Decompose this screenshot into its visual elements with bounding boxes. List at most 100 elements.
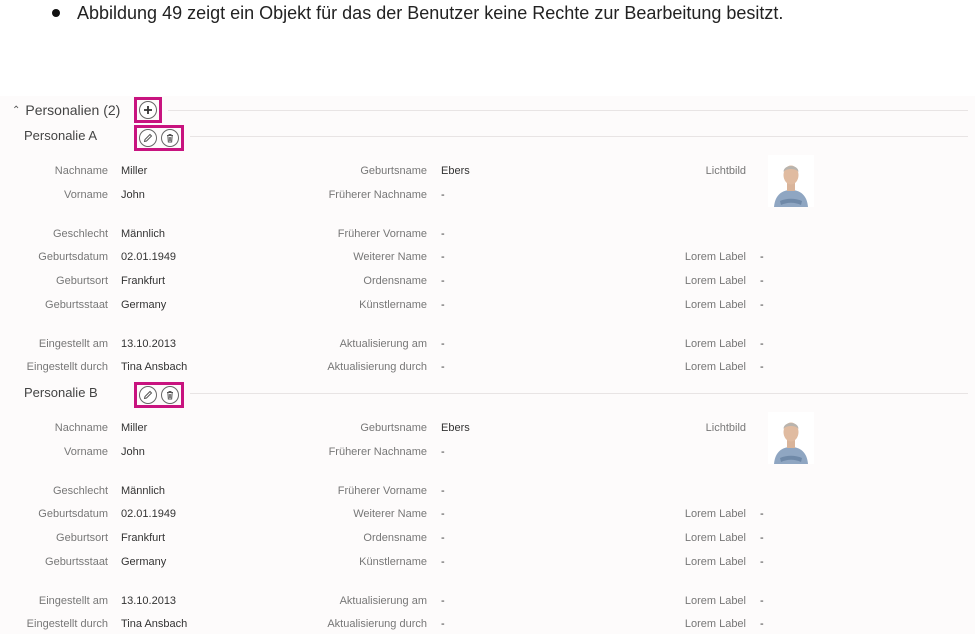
field-label: Lorem Label	[684, 338, 746, 350]
field-value: -	[760, 595, 764, 607]
field-label: Geschlecht	[52, 228, 108, 240]
field-value: John	[121, 446, 145, 458]
section-header[interactable]: ⌃ Personalien (2)	[12, 99, 120, 121]
field-value: -	[441, 595, 445, 607]
field-value: -	[441, 299, 445, 311]
field-label: Eingestellt am	[38, 338, 108, 350]
field-value: -	[441, 338, 445, 350]
field-value: Tina Ansbach	[121, 618, 188, 630]
field-label: Lorem Label	[684, 618, 746, 630]
field-value: 13.10.2013	[121, 595, 177, 607]
field-value: John	[121, 189, 145, 201]
field-label: Früherer Nachname	[328, 446, 427, 458]
field-label: Lichtbild	[705, 165, 746, 177]
field-label: Lorem Label	[684, 595, 746, 607]
field-label: Ordensname	[363, 275, 427, 287]
intro-text: Abbildung 49 zeigt ein Objekt für das de…	[77, 2, 784, 23]
field-value: Frankfurt	[121, 532, 166, 544]
edit-button[interactable]	[139, 129, 157, 147]
record-divider	[190, 136, 968, 137]
field-label: Lorem Label	[684, 275, 746, 287]
field-value: -	[441, 508, 445, 520]
field-value: Germany	[121, 556, 167, 568]
field-label: Lorem Label	[684, 251, 746, 263]
field-label: Lorem Label	[684, 508, 746, 520]
field-label: Vorname	[63, 446, 108, 458]
field-value: -	[441, 556, 445, 568]
field-value: -	[441, 228, 445, 240]
field-label: Geburtsname	[360, 165, 427, 177]
field-value: -	[441, 275, 445, 287]
field-label: Geburtsort	[56, 275, 108, 287]
field-label: Eingestellt durch	[26, 618, 108, 630]
field-label: Weiterer Name	[353, 508, 427, 520]
field-value: -	[441, 446, 445, 458]
add-button[interactable]	[139, 101, 157, 119]
field-label: Eingestellt durch	[26, 361, 108, 373]
field-value: -	[441, 532, 445, 544]
field-label: Geburtsdatum	[38, 508, 108, 520]
field-value: -	[760, 338, 764, 350]
field-label: Lorem Label	[684, 532, 746, 544]
field-label: Ordensname	[363, 532, 427, 544]
field-value: -	[760, 361, 764, 373]
field-value: -	[441, 618, 445, 630]
section-title: Personalien (2)	[25, 102, 121, 118]
field-value: -	[760, 508, 764, 520]
person-portrait-icon	[768, 155, 814, 207]
record-divider	[190, 393, 968, 394]
field-value: -	[441, 485, 445, 497]
field-value: Frankfurt	[121, 275, 166, 287]
field-value: -	[760, 556, 764, 568]
field-value: -	[760, 299, 764, 311]
trash-icon	[167, 391, 173, 400]
field-label: Künstlername	[359, 299, 427, 311]
field-label: Weiterer Name	[353, 251, 427, 263]
field-label: Aktualisierung am	[339, 595, 427, 607]
field-value: 02.01.1949	[121, 508, 177, 520]
pencil-icon	[143, 390, 153, 400]
field-label: Lorem Label	[684, 299, 746, 311]
field-label: Lorem Label	[684, 361, 746, 373]
intro-bullet: Abbildung 49 zeigt ein Objekt für das de…	[52, 0, 783, 26]
field-value: -	[760, 251, 764, 263]
chevron-up-icon[interactable]: ⌃	[12, 105, 20, 116]
field-label: Geburtsdatum	[38, 251, 108, 263]
person-portrait-icon	[768, 412, 814, 464]
field-label: Nachname	[54, 422, 108, 434]
field-label: Aktualisierung durch	[327, 618, 427, 630]
field-value: Ebers	[441, 422, 470, 434]
pencil-icon	[143, 133, 153, 143]
field-value: -	[760, 618, 764, 630]
edit-button[interactable]	[139, 386, 157, 404]
field-value: -	[760, 532, 764, 544]
field-value: Männlich	[121, 485, 166, 497]
field-label: Geburtsort	[56, 532, 108, 544]
field-value: -	[441, 189, 445, 201]
field-value: Ebers	[441, 165, 470, 177]
field-label: Früherer Nachname	[328, 189, 427, 201]
delete-button[interactable]	[161, 129, 179, 147]
field-value: -	[760, 275, 764, 287]
field-label: Geburtsstaat	[45, 299, 108, 311]
field-value: -	[441, 251, 445, 263]
field-value: Miller	[121, 422, 148, 434]
field-label: Lorem Label	[684, 556, 746, 568]
field-value: 13.10.2013	[121, 338, 177, 350]
field-label: Aktualisierung durch	[327, 361, 427, 373]
field-label: Geschlecht	[52, 485, 108, 497]
field-label: Vorname	[63, 189, 108, 201]
field-label: Geburtsstaat	[45, 556, 108, 568]
field-label: Früherer Vorname	[337, 228, 427, 240]
portrait-photo	[768, 412, 814, 464]
delete-button[interactable]	[161, 386, 179, 404]
field-value: Tina Ansbach	[121, 361, 188, 373]
field-value: -	[441, 361, 445, 373]
plus-circle-icon	[144, 106, 152, 114]
field-label: Nachname	[54, 165, 108, 177]
field-label: Künstlername	[359, 556, 427, 568]
record-title: Personalie B	[24, 385, 98, 400]
field-value: 02.01.1949	[121, 251, 177, 263]
record-title: Personalie A	[24, 128, 97, 143]
field-label: Aktualisierung am	[339, 338, 427, 350]
